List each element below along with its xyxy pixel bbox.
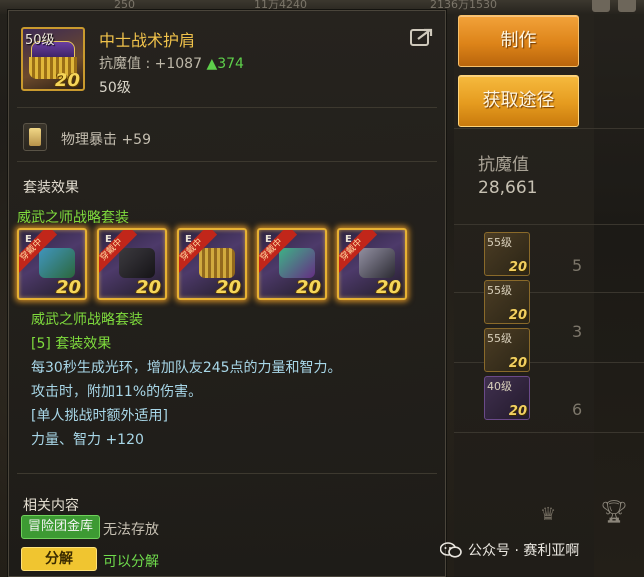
set-name: 威武之师战略套装 (17, 210, 129, 226)
background-stat-value: 28,661 (478, 178, 538, 198)
wechat-icon (440, 542, 462, 558)
slot-level: 55级 (487, 236, 512, 249)
craft-button[interactable]: 制作 (458, 15, 579, 67)
background-stat-label: 抗魔值 (478, 155, 529, 175)
set-effect-line: 攻击时，附加11%的伤害。 (31, 384, 203, 400)
item-icon: 50级 20 (21, 27, 85, 91)
storage-status: 无法存放 (103, 522, 159, 538)
background-edge-digit: 3 (572, 322, 583, 341)
watermark-text: 公众号 · 赛利亚啊 (468, 543, 580, 559)
item-enhance-badge: 20 (54, 70, 80, 91)
pants-icon (119, 248, 155, 278)
belt-icon (279, 248, 315, 278)
slot-enhance-badge: 20 (508, 260, 527, 275)
mail-icon (592, 0, 610, 12)
divider (17, 107, 437, 108)
menu-icon (618, 0, 636, 12)
slot-enhance-badge: 20 (508, 356, 527, 371)
storage-tag: 冒险团金库 (21, 515, 101, 539)
slot-enhance-badge: 20 (508, 308, 527, 323)
shoulder-icon (199, 248, 235, 278)
disassemble-status: 可以分解 (103, 554, 159, 570)
set-piece-slot[interactable]: E 穿戴中 20 (337, 228, 407, 300)
card-icon (23, 123, 47, 151)
piece-enhance-badge: 20 (135, 277, 161, 298)
set-piece-slot[interactable]: E 穿戴中 20 (97, 228, 167, 300)
background-edge-digit: 5 (572, 256, 583, 275)
crown-icon[interactable]: ♛ (540, 504, 556, 525)
boots-icon (359, 248, 395, 278)
piece-enhance-badge: 20 (55, 277, 81, 298)
set-piece-slot[interactable]: E 穿戴中 20 (257, 228, 327, 300)
trophy-icon[interactable]: 🏆︎ (600, 500, 628, 525)
item-name: 中士战术护肩 (99, 31, 196, 50)
set-stat-bonus: 力量、智力 +120 (31, 432, 144, 448)
background-top-icons (592, 0, 636, 12)
share-icon[interactable] (410, 27, 434, 47)
set-effect-title: [5] 套装效果 (31, 336, 112, 352)
slot-level: 55级 (487, 332, 512, 345)
divider (17, 473, 437, 474)
resist-label: 抗魔值 : +1087 (99, 56, 202, 72)
item-level-tag: 50级 (25, 33, 55, 48)
set-effect-line: 每30秒生成光环，增加队友245点的力量和智力。 (31, 360, 342, 376)
divider (17, 161, 437, 162)
divider (454, 432, 644, 433)
enchant-stat: 物理暴击 +59 (61, 132, 151, 148)
related-section-title: 相关内容 (23, 498, 79, 514)
acquire-route-button[interactable]: 获取途径 (458, 75, 579, 127)
background-equipment-slot[interactable]: 55级 20 (484, 232, 530, 276)
piece-enhance-badge: 20 (375, 277, 401, 298)
set-piece-slot[interactable]: E 穿戴中 20 (177, 228, 247, 300)
slot-level: 40级 (487, 380, 512, 393)
set-piece-slot[interactable]: E 穿戴中 20 (17, 228, 87, 300)
divider (454, 128, 644, 129)
background-equipment-slot[interactable]: 55级 20 (484, 328, 530, 372)
disassemble-tag: 分解 (21, 547, 97, 571)
divider (454, 292, 644, 293)
resist-stat: 抗魔值 : +1087 ▲374 (99, 53, 244, 73)
set-name-repeat: 威武之师战略套装 (31, 312, 143, 328)
item-tooltip-panel: 50级 20 中士战术护肩 抗魔值 : +1087 ▲374 50级 物理暴击 … (8, 10, 446, 577)
required-level: 50级 (99, 80, 131, 96)
armor-top-icon (39, 248, 75, 278)
background-edge-digit: 6 (572, 400, 583, 419)
background-equipment-slot[interactable]: 55级 20 (484, 280, 530, 324)
piece-enhance-badge: 20 (215, 277, 241, 298)
slot-level: 55级 (487, 284, 512, 297)
divider (454, 362, 644, 363)
set-section-title: 套装效果 (23, 180, 79, 196)
piece-enhance-badge: 20 (295, 277, 321, 298)
divider (454, 224, 644, 225)
set-solo-note: [单人挑战时额外适用] (31, 408, 168, 424)
resist-increase: ▲374 (206, 56, 244, 72)
background-equipment-slot[interactable]: 40级 20 (484, 376, 530, 420)
watermark: 公众号 · 赛利亚啊 (440, 540, 579, 560)
slot-enhance-badge: 20 (508, 404, 527, 419)
